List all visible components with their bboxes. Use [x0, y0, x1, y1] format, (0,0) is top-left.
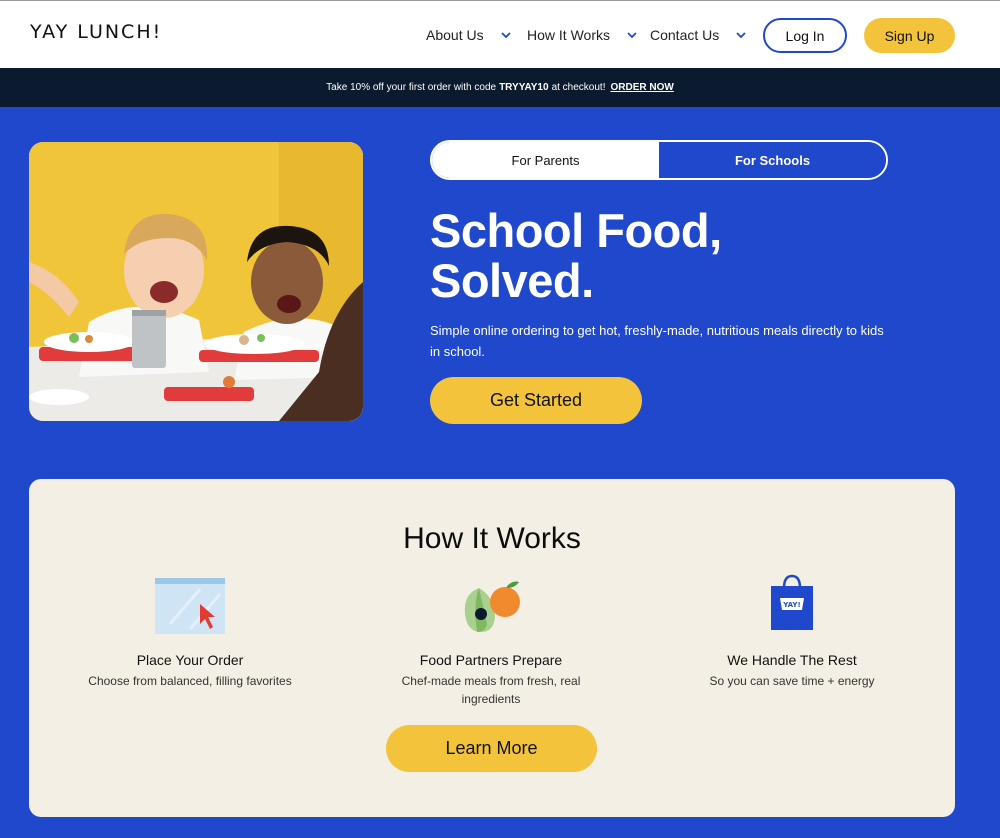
step-1-desc: Choose from balanced, filling favorites — [88, 674, 292, 688]
bag-label: YAY! — [782, 601, 800, 609]
hero-subtitle: Simple online ordering to get hot, fresh… — [430, 323, 884, 359]
chevron-down-icon — [500, 32, 511, 39]
hero-title-line-1: School Food, — [430, 204, 722, 257]
step-2-title: Food Partners Prepare — [419, 652, 563, 668]
hero-image — [29, 142, 363, 421]
step-food-partners: Food Partners Prepare Chef-made meals fr… — [361, 574, 621, 708]
order-now-link[interactable]: ORDER NOW — [610, 82, 673, 93]
signup-button[interactable]: Sign Up — [864, 18, 955, 53]
promo-text: Take 10% off your first order with code — [326, 82, 497, 93]
how-it-works-title: How It Works — [403, 522, 581, 555]
site-header: YAY LUNCH! About Us How It Works Contact… — [0, 0, 1000, 68]
step-1-title: Place Your Order — [136, 652, 244, 668]
promo-code: TRYYAY10 — [499, 82, 549, 93]
hero-title: School Food, Solved. — [430, 206, 850, 306]
fruit-icon — [451, 574, 531, 638]
nav-contact-us-label: Contact Us — [650, 27, 720, 43]
how-it-works-section: How It Works Place Your Order Choose fro… — [29, 479, 955, 817]
promo-bar: Take 10% off your first order with code … — [0, 68, 1000, 107]
hero-title-line-2: Solved. — [430, 254, 594, 307]
tab-for-parents[interactable]: For Parents — [432, 142, 659, 178]
login-button[interactable]: Log In — [763, 18, 847, 53]
nav-how-it-works-label: How It Works — [527, 27, 610, 43]
nav-about-us-label: About Us — [426, 27, 484, 43]
nav-how-it-works[interactable]: How It Works — [527, 1, 638, 69]
learn-more-button[interactable]: Learn More — [386, 725, 597, 772]
nav-contact-us[interactable]: Contact Us — [650, 1, 747, 69]
step-3-desc: So you can save time + energy — [709, 674, 875, 688]
promo-text-after: at checkout! — [551, 82, 606, 93]
step-we-handle: YAY! We Handle The Rest So you can save … — [662, 574, 922, 690]
chevron-down-icon — [627, 32, 637, 39]
order-screen-icon — [150, 574, 230, 638]
audience-toggle: For Parents For Schools — [430, 140, 888, 180]
shopping-bag-icon: YAY! — [752, 574, 832, 638]
get-started-button[interactable]: Get Started — [430, 377, 642, 424]
tab-for-schools[interactable]: For Schools — [659, 142, 886, 178]
nav-about-us[interactable]: About Us — [426, 1, 512, 69]
chevron-down-icon — [736, 32, 746, 39]
step-3-title: We Handle The Rest — [727, 652, 857, 668]
step-place-order: Place Your Order Choose from balanced, f… — [60, 574, 320, 690]
step-2-desc: Chef-made meals from fresh, real ingredi… — [401, 674, 581, 706]
logo[interactable]: YAY LUNCH! — [30, 21, 162, 43]
